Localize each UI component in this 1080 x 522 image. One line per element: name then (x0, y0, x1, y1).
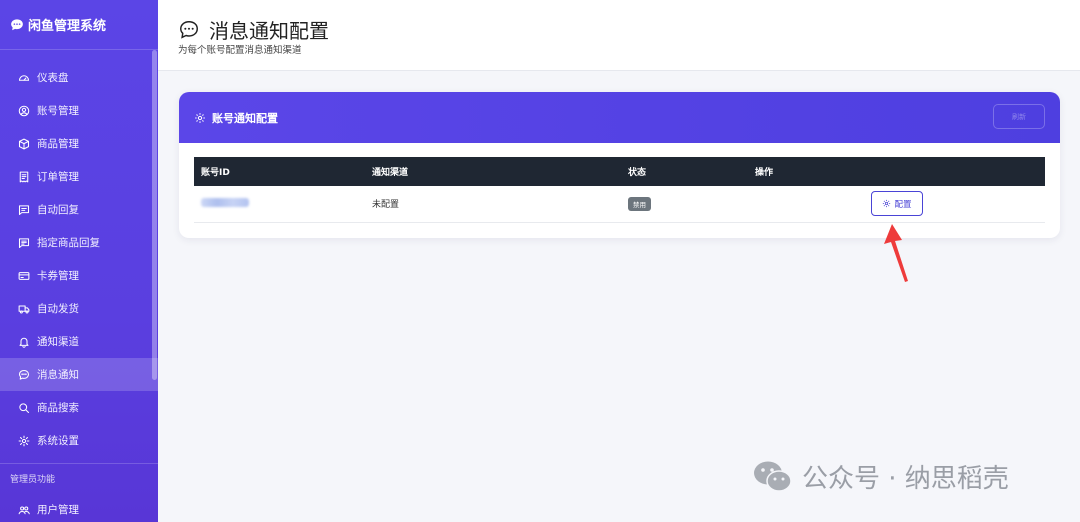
sidebar-item-label: 指定商品回复 (37, 237, 100, 249)
account-notify-card: 账号通知配置 刷新 账号ID 通知渠道 状态 操作 未配置 禁用 配置 (179, 92, 1060, 238)
truck-icon (18, 304, 30, 313)
sidebar-item-label: 系统设置 (37, 435, 79, 447)
dashboard-icon (18, 74, 30, 81)
gear-icon (18, 435, 30, 446)
sidebar-item-dashboard[interactable]: 仪表盘 (0, 61, 158, 94)
cell-account-id (194, 186, 365, 222)
sidebar-item-product-search[interactable]: 商品搜索 (0, 391, 158, 424)
sidebar-item-message-notify[interactable]: 消息通知 (0, 358, 158, 391)
users-icon (18, 505, 30, 514)
page-title-text: 消息通知配置 (209, 19, 329, 43)
page-subtitle: 为每个账号配置消息通知渠道 (178, 45, 302, 56)
column-header-actions: 操作 (755, 168, 774, 178)
sidebar-item-auto-reply[interactable]: 自动回复 (0, 193, 158, 226)
card-header: 账号通知配置 刷新 (179, 92, 1060, 143)
status-badge: 禁用 (628, 196, 651, 211)
sidebar-item-orders[interactable]: 订单管理 (0, 160, 158, 193)
table-header-row: 账号ID 通知渠道 状态 操作 (194, 157, 1045, 186)
card-title: 账号通知配置 (212, 111, 278, 125)
sidebar-item-label: 消息通知 (37, 369, 79, 381)
sidebar-item-products[interactable]: 商品管理 (0, 127, 158, 160)
page-header: 消息通知配置 为每个账号配置消息通知渠道 (158, 0, 1080, 71)
sidebar-scrollbar[interactable] (152, 50, 157, 380)
sidebar-item-label: 订单管理 (37, 171, 79, 183)
sidebar-item-label: 通知渠道 (37, 336, 79, 348)
cell-actions: 配置 (748, 186, 1045, 222)
sidebar-item-cards[interactable]: 卡券管理 (0, 259, 158, 292)
watermark-text: 公众号 · 纳思稻壳 (802, 464, 1009, 494)
sidebar-item-label: 自动发货 (37, 303, 79, 315)
watermark: 公众号 · 纳思稻壳 (752, 458, 1009, 495)
blurred-account-id (201, 197, 249, 207)
sidebar-item-product-reply[interactable]: 指定商品回复 (0, 226, 158, 259)
card-icon (18, 271, 30, 280)
annotation-arrow-icon (884, 224, 908, 282)
cell-status: 禁用 (621, 186, 748, 222)
sidebar-item-label: 仪表盘 (37, 72, 69, 84)
search-icon (19, 402, 30, 413)
receipt-icon (19, 171, 29, 182)
table-row: 未配置 禁用 配置 (194, 186, 1045, 222)
admin-section-label: 管理员功能 (0, 463, 158, 493)
column-header-status: 状态 (628, 168, 647, 178)
refresh-button[interactable]: 刷新 (993, 104, 1045, 129)
gear-icon (195, 112, 205, 123)
wechat-icon (754, 461, 792, 492)
user-circle-icon (18, 105, 30, 116)
sidebar: 闲鱼管理系统 仪表盘 账号管理 商品管理 订单管理 自动回复 指定商品回复 卡券… (0, 0, 158, 522)
brand-name: 闲鱼管理系统 (28, 19, 107, 34)
page-title: 消息通知配置 (178, 15, 329, 44)
box-icon (18, 138, 30, 149)
sidebar-item-auto-delivery[interactable]: 自动发货 (0, 292, 158, 325)
sidebar-item-users[interactable]: 用户管理 (0, 493, 158, 522)
sidebar-item-label: 商品管理 (37, 138, 79, 150)
sidebar-item-accounts[interactable]: 账号管理 (0, 94, 158, 127)
cell-channel: 未配置 (372, 200, 400, 211)
sidebar-item-notify-channels[interactable]: 通知渠道 (0, 325, 158, 358)
chat-dots-icon (18, 369, 30, 380)
configure-button-label: 配置 (894, 198, 912, 209)
sidebar-item-label: 卡券管理 (37, 270, 79, 282)
sidebar-item-label: 用户管理 (37, 504, 79, 516)
sidebar-item-label: 账号管理 (37, 105, 79, 117)
chat-dots-icon (11, 18, 23, 30)
sidebar-item-settings[interactable]: 系统设置 (0, 424, 158, 457)
bell-icon (19, 337, 29, 348)
brand[interactable]: 闲鱼管理系统 (0, 0, 158, 50)
sidebar-nav: 仪表盘 账号管理 商品管理 订单管理 自动回复 指定商品回复 卡券管理 自动发货… (0, 50, 158, 522)
column-header-channel: 通知渠道 (372, 168, 409, 178)
configure-button[interactable]: 配置 (871, 191, 923, 217)
message-icon (18, 204, 30, 215)
chat-dots-icon (180, 20, 198, 39)
column-header-account-id: 账号ID (201, 168, 230, 178)
gear-icon (883, 200, 891, 208)
account-notify-table: 账号ID 通知渠道 状态 操作 未配置 禁用 配置 (194, 157, 1045, 223)
sidebar-item-label: 商品搜索 (37, 402, 79, 414)
message-lines-icon (18, 237, 30, 248)
sidebar-item-label: 自动回复 (37, 204, 79, 216)
